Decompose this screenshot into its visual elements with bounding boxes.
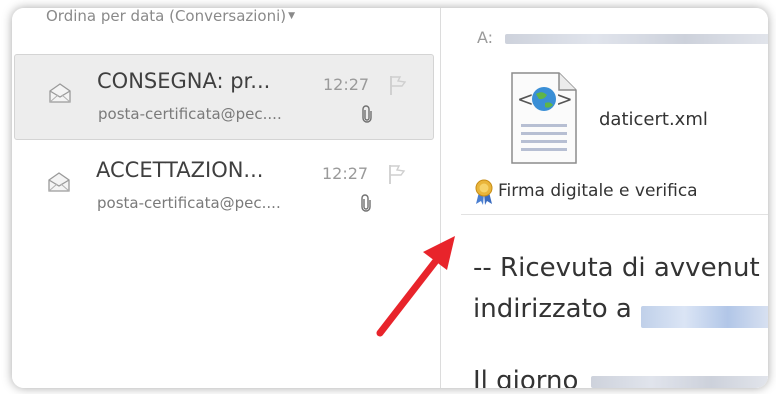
message-body-line: Il giorno — [473, 366, 579, 388]
message-subject: ACCETTAZION... — [96, 158, 264, 182]
message-time: 12:27 — [322, 164, 369, 183]
message-item-consegna[interactable]: CONSEGNA: pr... 12:27 posta-certificata@… — [14, 54, 434, 140]
to-label: A: — [477, 28, 494, 47]
paperclip-icon — [361, 105, 373, 127]
message-item-accettazione[interactable]: ACCETTAZION... 12:27 posta-certificata@p… — [14, 144, 434, 230]
opened-envelope-icon — [47, 171, 71, 197]
digital-signature-link[interactable]: Firma digitale e verifica — [498, 181, 698, 201]
redacted-address — [641, 306, 768, 328]
message-time: 12:27 — [323, 75, 370, 94]
svg-text:<: < — [517, 87, 534, 111]
flag-icon[interactable] — [386, 163, 408, 189]
reading-pane: A: < > daticert.xml Firma digitale e ver… — [441, 8, 768, 388]
outlook-window-crop: Ordina per data (Conversazioni) ▼ CONSEGN… — [12, 8, 768, 388]
header-separator — [461, 214, 768, 215]
paperclip-icon — [360, 194, 372, 216]
attachment-file-name[interactable]: daticert.xml — [599, 109, 708, 130]
certificate-ribbon-icon — [473, 178, 495, 210]
sort-label: Ordina per data (Conversazioni) — [46, 8, 287, 25]
message-list-pane: Ordina per data (Conversazioni) ▼ CONSEGN… — [12, 8, 441, 388]
message-body-line: indirizzato a — [473, 294, 632, 324]
dropdown-caret-icon: ▼ — [288, 11, 296, 21]
opened-envelope-icon — [48, 82, 72, 108]
redacted-recipient — [505, 34, 768, 44]
svg-text:>: > — [556, 87, 573, 111]
message-body-line: -- Ricevuta di avvenut — [473, 253, 760, 283]
redacted-text — [591, 376, 768, 388]
sort-by-date-dropdown[interactable]: Ordina per data (Conversazioni) ▼ — [46, 8, 295, 25]
message-subject: CONSEGNA: pr... — [97, 69, 271, 93]
flag-icon[interactable] — [387, 74, 409, 100]
message-sender: posta-certificata@pec.... — [98, 105, 282, 123]
message-sender: posta-certificata@pec.... — [97, 194, 281, 212]
xml-document-icon[interactable]: < > — [509, 70, 579, 170]
